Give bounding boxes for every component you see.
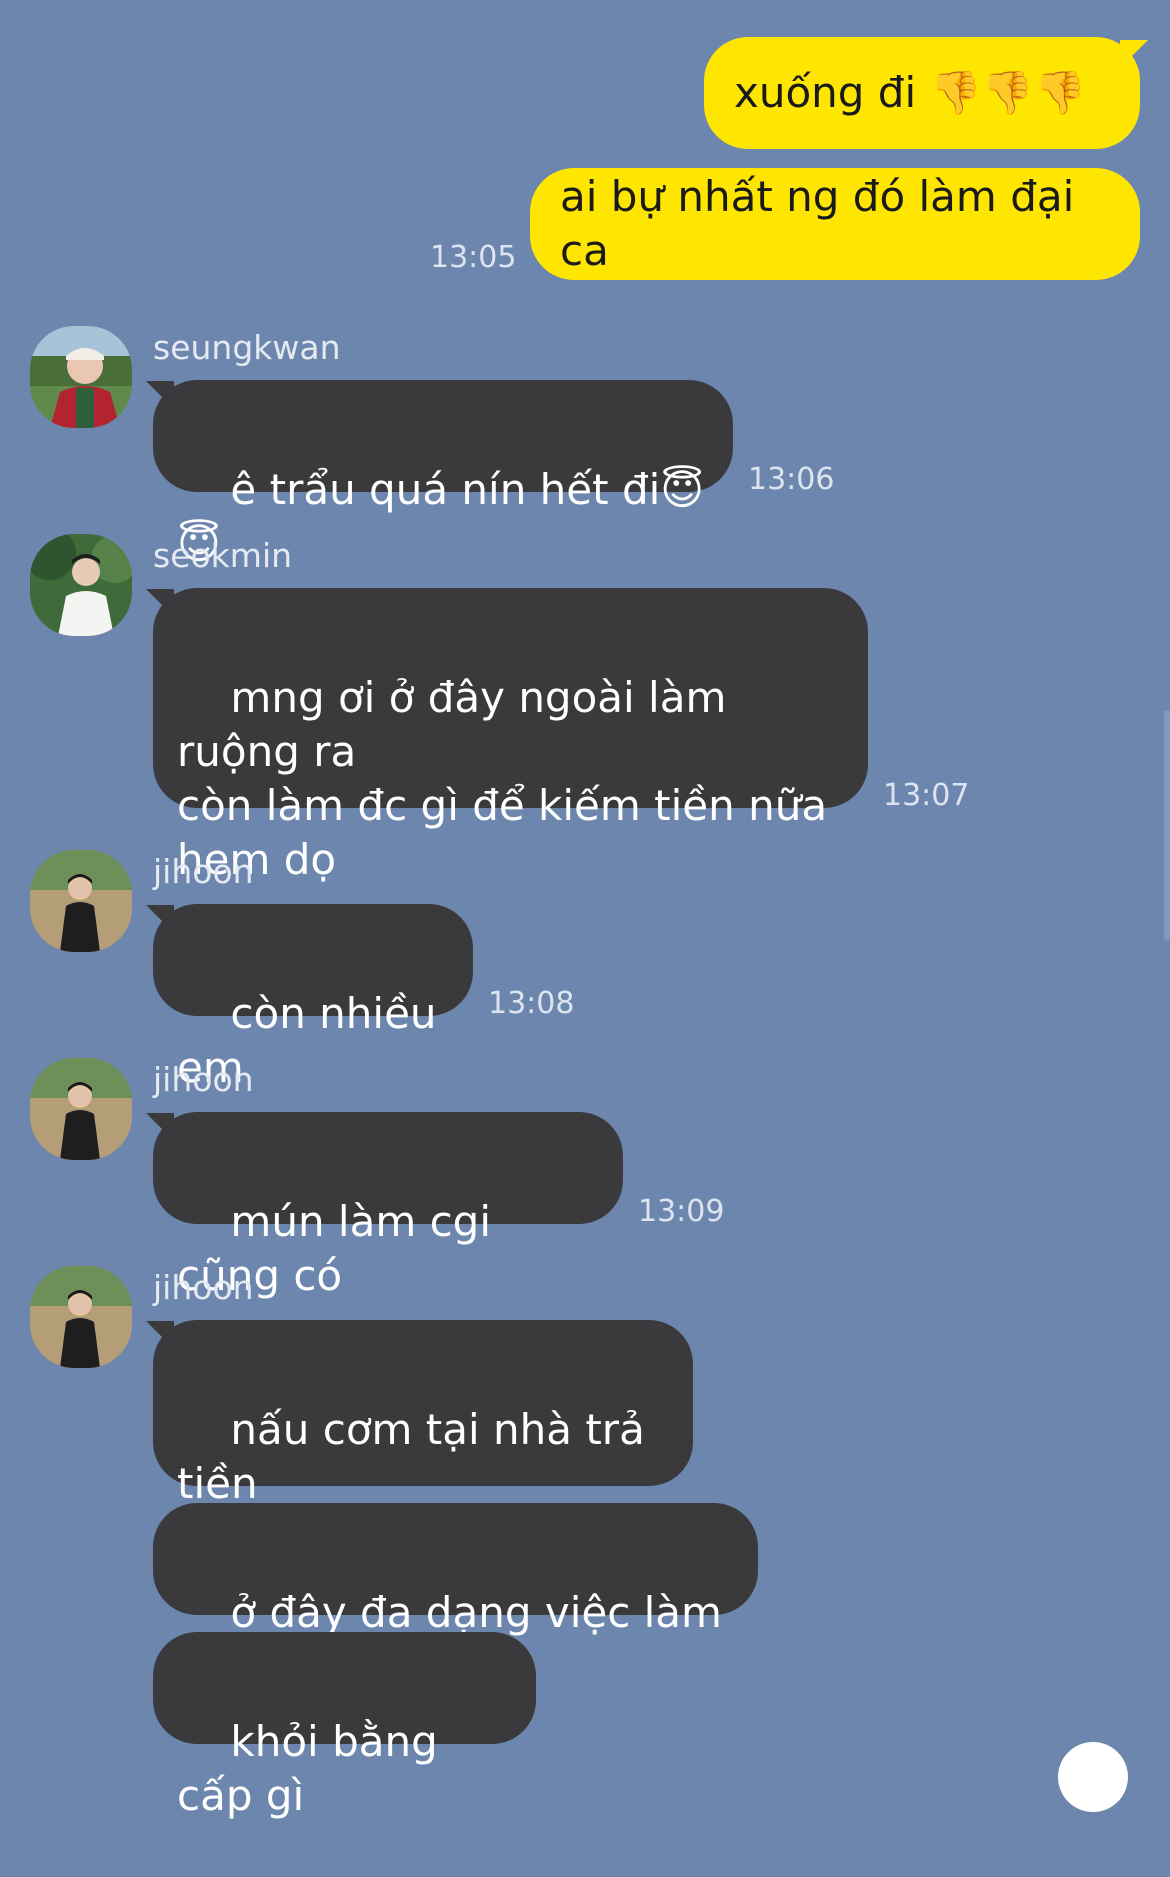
avatar-jihoon[interactable] [30,1058,132,1160]
scroll-down-button[interactable] [1058,1742,1128,1812]
message-time: 13:09 [638,1194,725,1229]
avatar-seokmin[interactable] [30,534,132,636]
avatar-jihoon[interactable] [30,850,132,952]
incoming-message[interactable]: còn nhiều em [153,904,473,1092]
message-text: mng ơi ở đây ngoài làm ruộng ra còn làm … [177,673,828,884]
incoming-message[interactable]: nấu cơm tại nhà trả tiền cũng có:))) [153,1320,693,1562]
message-text: xuống đi 👎👎👎 [734,68,1087,117]
avatar-photo [30,850,132,952]
message-text: ai bự nhất ng đó làm đại ca [560,172,1088,275]
outgoing-message[interactable]: ai bự nhất ng đó làm đại ca [530,168,1140,280]
scrollbar[interactable] [1164,710,1170,940]
avatar-photo [30,1266,132,1368]
avatar-seungkwan[interactable] [30,326,132,428]
sender-name: jihoon [153,1060,254,1099]
avatar-photo [30,534,132,636]
chat-thread[interactable]: xuống đi 👎👎👎 ai bự nhất ng đó làm đại ca… [0,0,1170,1820]
sender-name: jihoon [153,1268,254,1307]
avatar-jihoon[interactable] [30,1266,132,1368]
incoming-message[interactable]: mng ơi ở đây ngoài làm ruộng ra còn làm … [153,588,868,884]
message-time: 13:07 [883,778,970,813]
avatar-photo [30,1058,132,1160]
message-time: 13:05 [430,240,517,275]
incoming-message[interactable]: ê trẩu quá nín hết đi😇😇 [153,380,733,568]
sender-name: seungkwan [153,328,341,367]
message-text: khỏi bằng cấp gì [177,1717,452,1820]
sender-name: jihoon [153,852,254,891]
incoming-message[interactable]: ở đây đa dạng việc làm lắm [153,1503,758,1691]
message-time: 13:08 [488,986,575,1021]
incoming-message[interactable]: mún làm cgi cũng có [153,1112,623,1300]
incoming-message[interactable]: khỏi bằng cấp gì [153,1632,536,1820]
message-time: 13:06 [748,462,835,497]
sender-name: seokmin [153,536,293,575]
outgoing-message[interactable]: xuống đi 👎👎👎 [704,37,1140,149]
avatar-photo [30,326,132,428]
